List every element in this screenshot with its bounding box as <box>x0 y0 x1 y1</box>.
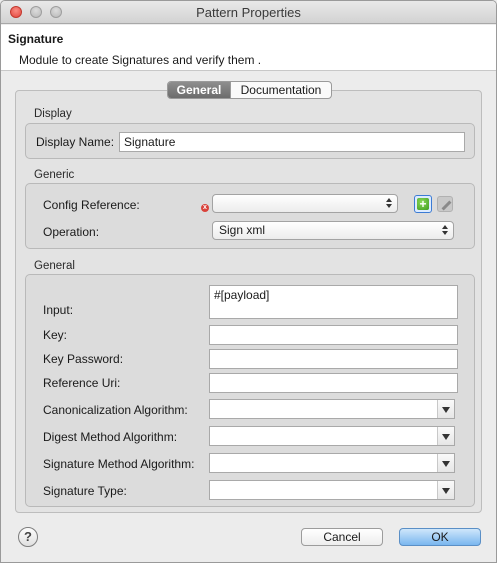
pattern-properties-window: Pattern Properties Signature Module to c… <box>0 0 497 563</box>
config-reference-select[interactable] <box>212 194 398 213</box>
canonicalization-combo[interactable] <box>209 399 455 419</box>
key-password-field[interactable] <box>209 349 458 369</box>
input-label: Input: <box>43 303 74 317</box>
updown-arrows-icon <box>442 225 448 236</box>
window-title: Pattern Properties <box>196 5 301 20</box>
digest-method-combo[interactable] <box>209 426 455 446</box>
display-name-label: Display Name: <box>36 135 115 149</box>
cancel-button[interactable]: Cancel <box>301 528 383 546</box>
tab-documentation[interactable]: Documentation <box>230 82 331 98</box>
operation-value: Sign xml <box>219 223 266 237</box>
key-password-label: Key Password: <box>43 352 124 366</box>
edit-config-button[interactable] <box>437 196 453 212</box>
title-bar: Pattern Properties <box>1 1 496 24</box>
key-field[interactable] <box>209 325 458 345</box>
chevron-down-icon[interactable] <box>437 454 454 472</box>
general-group-label: General <box>34 260 75 272</box>
header-description: Module to create Signatures and verify t… <box>19 53 262 67</box>
signature-type-label: Signature Type: <box>43 484 127 498</box>
operation-select[interactable]: Sign xml <box>212 221 454 240</box>
operation-label: Operation: <box>43 225 100 239</box>
input-textarea[interactable]: #[payload] <box>209 285 458 319</box>
signature-method-combo[interactable] <box>209 453 455 473</box>
signature-method-label: Signature Method Algorithm: <box>43 457 195 471</box>
display-name-field[interactable]: Signature <box>119 132 465 152</box>
reference-uri-field[interactable] <box>209 373 458 393</box>
error-icon: x <box>201 204 209 212</box>
chevron-down-icon[interactable] <box>437 400 454 418</box>
pencil-icon <box>441 200 452 211</box>
updown-arrows-icon <box>386 198 392 209</box>
dialog-header: Signature Module to create Signatures an… <box>1 25 496 71</box>
chevron-down-icon[interactable] <box>437 427 454 445</box>
help-icon[interactable]: ? <box>18 527 38 547</box>
header-title: Signature <box>8 32 64 46</box>
signature-type-combo[interactable] <box>209 480 455 500</box>
key-label: Key: <box>43 328 68 342</box>
config-reference-label: Config Reference: <box>43 198 140 212</box>
display-group-label: Display <box>34 108 72 120</box>
tab-bar: General Documentation <box>167 81 332 99</box>
reference-uri-label: Reference Uri: <box>43 376 121 390</box>
add-icon: + <box>417 198 429 210</box>
ok-button[interactable]: OK <box>399 528 481 546</box>
canonicalization-label: Canonicalization Algorithm: <box>43 403 188 417</box>
digest-method-label: Digest Method Algorithm: <box>43 430 178 444</box>
generic-group-label: Generic <box>34 169 75 181</box>
add-config-button[interactable]: + <box>414 195 432 213</box>
tab-general[interactable]: General <box>168 82 230 98</box>
chevron-down-icon[interactable] <box>437 481 454 499</box>
